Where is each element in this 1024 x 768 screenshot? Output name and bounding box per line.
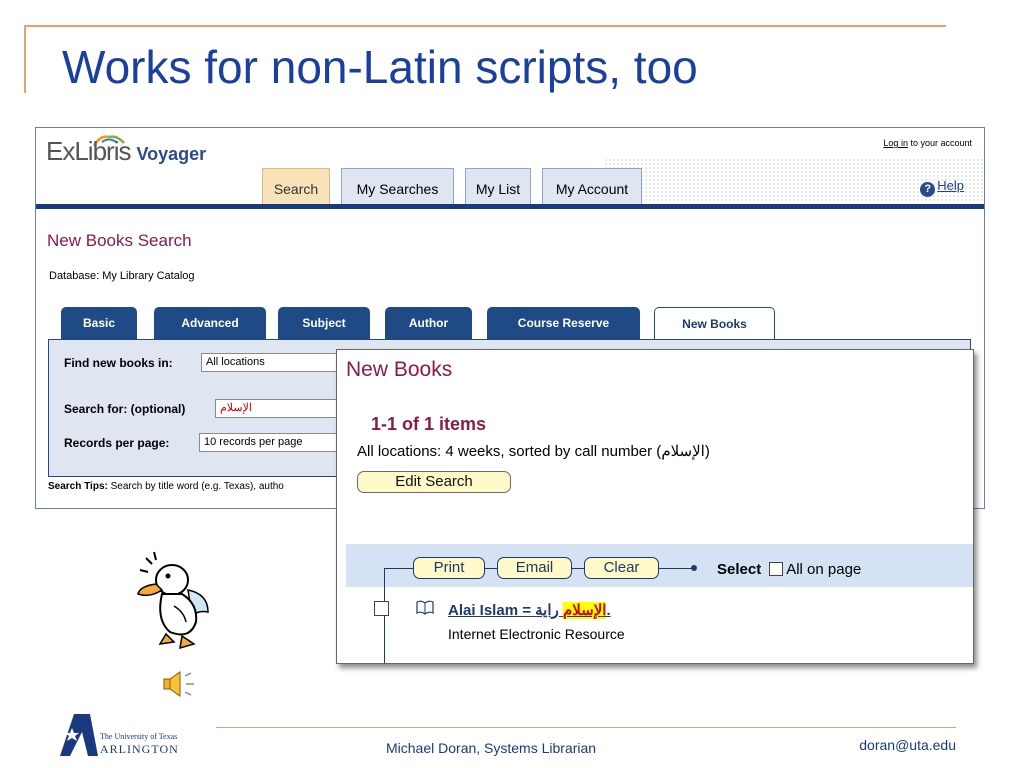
search-input-value: الإسلام <box>220 402 252 414</box>
help-link[interactable]: Help <box>937 178 964 193</box>
records-per-page-select[interactable]: 10 records per page ▼ <box>199 433 351 452</box>
search-tips: Search Tips: Search by title word (e.g. … <box>48 481 284 492</box>
database-label: Database: My Library Catalog <box>49 270 195 282</box>
results-overlay: New Books 1-1 of 1 items All locations: … <box>336 349 974 664</box>
search-for-label: Search for: (optional) <box>64 402 186 416</box>
select-controls: Select All on page <box>717 561 861 578</box>
speaker-icon[interactable] <box>161 670 197 698</box>
uta-name-line2: ARLINGTON <box>100 742 179 756</box>
search-tab-basic[interactable]: Basic <box>61 307 137 339</box>
help-link-wrap[interactable]: ? Help <box>920 178 964 197</box>
tab-search[interactable]: Search <box>262 168 330 204</box>
edit-search-button[interactable]: Edit Search <box>357 471 511 493</box>
connector-email-clear <box>572 568 584 569</box>
search-tips-label: Search Tips: <box>48 481 108 492</box>
records-per-page-value: 10 records per page <box>204 436 303 448</box>
all-on-page-label: All on page <box>786 561 862 578</box>
header-rule <box>36 204 984 209</box>
print-button[interactable]: Print <box>413 557 485 579</box>
find-label: Find new books in: <box>64 356 173 370</box>
search-tab-new-books[interactable]: New Books <box>654 307 775 340</box>
uta-star-logo <box>60 714 98 756</box>
select-label: Select <box>717 561 762 578</box>
logo-product: Voyager <box>136 144 207 164</box>
page-title: New Books Search <box>47 231 192 250</box>
records-per-page-label: Records per page: <box>64 436 170 450</box>
result-checkbox[interactable] <box>374 601 389 616</box>
book-icon <box>416 600 434 615</box>
connector-dot <box>691 565 697 571</box>
logo-brand: ExLibris <box>46 136 131 166</box>
app-logo[interactable]: ExLibris Voyager <box>46 136 206 167</box>
search-tab-subject[interactable]: Subject <box>278 307 370 339</box>
app-header: ExLibris Voyager Log in to your account ?… <box>36 128 984 209</box>
results-title: New Books <box>346 358 453 381</box>
search-tab-author[interactable]: Author <box>385 307 472 339</box>
slide-frame-left <box>24 25 26 93</box>
tab-my-account[interactable]: My Account <box>542 168 642 204</box>
footer-rule <box>216 727 956 728</box>
slide-frame-top <box>24 25 946 27</box>
search-tips-text: Search by title word (e.g. Texas), autho <box>107 481 284 492</box>
result-title[interactable]: Alai Islam = الإسلام راية. <box>448 601 611 619</box>
results-sort-text: All locations: 4 weeks, sorted by call n… <box>357 443 710 460</box>
result-title-highlight: الإسلام <box>562 602 607 619</box>
footer-author: Michael Doran, Systems Librarian <box>386 740 597 756</box>
duck-clipart <box>137 551 209 650</box>
tree-connector-vertical <box>384 568 385 663</box>
login-suffix: to your account <box>907 138 972 148</box>
connector-print-email <box>485 568 497 569</box>
tab-my-searches[interactable]: My Searches <box>341 168 454 204</box>
result-resource-type: Internet Electronic Resource <box>448 626 625 642</box>
login-line: Log in to your account <box>883 138 972 148</box>
results-count: 1-1 of 1 items <box>371 414 487 434</box>
search-tab-advanced[interactable]: Advanced <box>154 307 266 339</box>
result-title-prefix: Alai Islam = <box>448 602 536 619</box>
tree-connector-horizontal <box>384 568 414 569</box>
slide-title: Works for non-Latin scripts, too <box>62 41 698 93</box>
email-button[interactable]: Email <box>497 557 572 579</box>
select-all-checkbox[interactable] <box>769 562 784 576</box>
help-icon[interactable]: ? <box>920 182 936 197</box>
uta-name-line1: The University of Texas <box>100 732 178 741</box>
login-link[interactable]: Log in <box>883 138 908 148</box>
clear-button[interactable]: Clear <box>584 557 659 579</box>
connector-clear-select <box>659 568 693 569</box>
result-title-link[interactable]: Alai Islam = الإسلام راية. <box>448 602 611 619</box>
footer-email: doran@uta.edu <box>859 737 956 753</box>
search-tab-course-reserve[interactable]: Course Reserve <box>487 307 640 339</box>
tab-my-list[interactable]: My List <box>465 168 531 204</box>
